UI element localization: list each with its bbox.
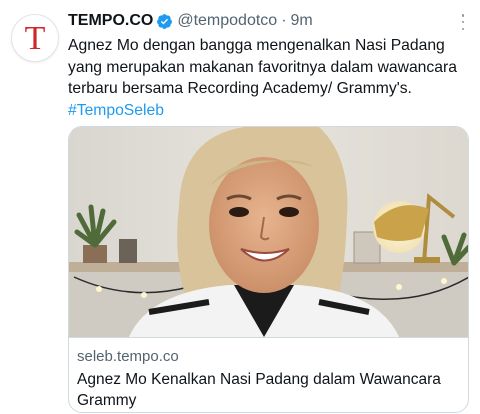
hashtag-link[interactable]: #TempoSeleb [68,102,164,119]
tweet[interactable]: T TEMPO.CO @tempodotco · 9m Agnez Mo den… [0,0,480,414]
link-card[interactable]: seleb.tempo.co Agnez Mo Kenalkan Nasi Pa… [68,126,469,413]
timestamp[interactable]: 9m [291,12,313,30]
card-title[interactable]: Agnez Mo Kenalkan Nasi Padang dalam Wawa… [77,369,457,411]
card-domain: seleb.tempo.co [77,348,179,365]
avatar[interactable]: T [11,14,59,62]
user-handle[interactable]: @tempodotco [177,12,277,30]
avatar-logo: T [24,20,46,57]
card-footer: seleb.tempo.co Agnez Mo Kenalkan Nasi Pa… [69,337,468,412]
card-image[interactable] [69,127,469,337]
display-name[interactable]: TEMPO.CO [68,12,153,30]
separator-dot: · [281,12,287,29]
tweet-text: Agnez Mo dengan bangga mengenalkan Nasi … [68,35,473,121]
tweet-body: Agnez Mo dengan bangga mengenalkan Nasi … [68,37,457,97]
tweet-header: TEMPO.CO @tempodotco · 9m [68,10,450,32]
verified-badge-icon [157,13,173,29]
more-horizontal-icon[interactable] [456,14,470,30]
